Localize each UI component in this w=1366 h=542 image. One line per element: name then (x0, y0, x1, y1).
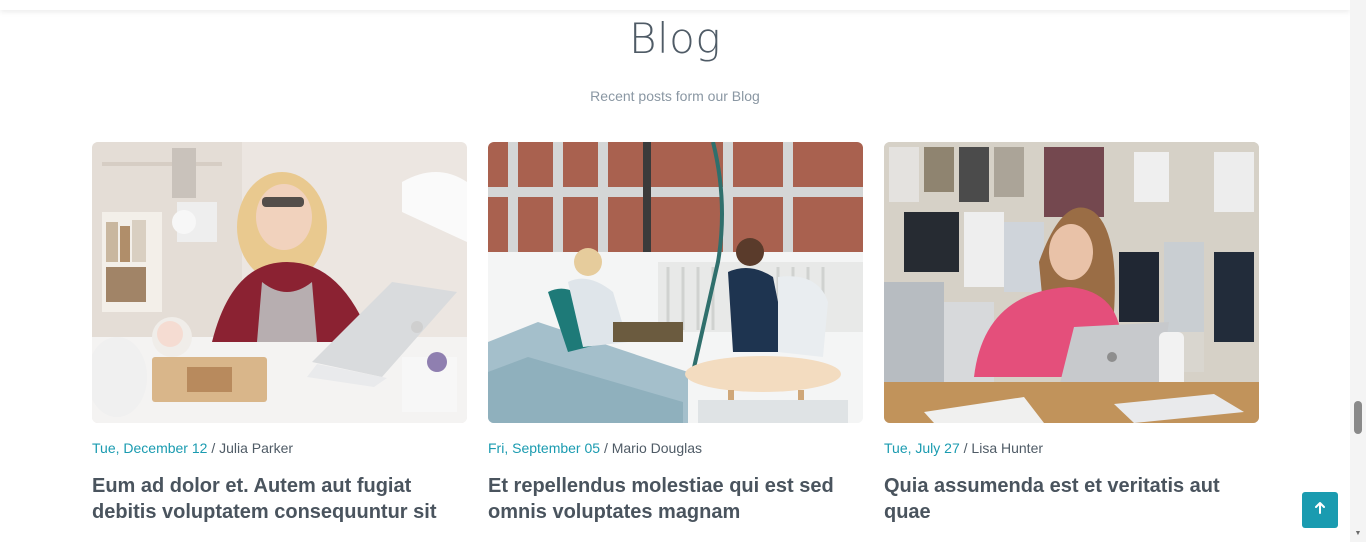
post-image[interactable] (884, 142, 1259, 423)
post-author: Lisa Hunter (971, 440, 1044, 456)
post-title[interactable]: Quia assumenda est et veritatis aut quae (884, 473, 1259, 525)
scrollbar-track[interactable] (1350, 0, 1366, 542)
post-date[interactable]: Tue, December 12 (92, 440, 207, 456)
meta-separator: / (600, 440, 612, 456)
back-to-top-button[interactable] (1302, 492, 1338, 528)
post-title[interactable]: Eum ad dolor et. Autem aut fugiat debiti… (92, 473, 467, 525)
post-meta: Tue, December 12 / Julia Parker (92, 440, 467, 456)
post-image[interactable] (92, 142, 467, 423)
post-meta: Fri, September 05 / Mario Douglas (488, 440, 863, 456)
scrollbar-thumb[interactable] (1354, 401, 1362, 434)
post-date[interactable]: Tue, July 27 (884, 440, 960, 456)
section-subtitle: Recent posts form our Blog (590, 88, 760, 104)
header-bar (0, 0, 1350, 10)
meta-separator: / (959, 440, 972, 456)
post-author: Mario Douglas (611, 440, 702, 456)
blog-card: Tue, July 27 / Lisa Hunter Quia assumend… (884, 142, 1259, 525)
blog-card: Tue, December 12 / Julia Parker Eum ad d… (92, 142, 467, 525)
post-meta: Tue, July 27 / Lisa Hunter (884, 440, 1259, 456)
post-title[interactable]: Et repellendus molestiae qui est sed omn… (488, 473, 863, 525)
arrow-up-icon (1313, 501, 1327, 520)
scroll-down-arrow-icon[interactable]: ▼ (1354, 530, 1362, 538)
meta-separator: / (207, 440, 220, 456)
blog-card: Fri, September 05 / Mario Douglas Et rep… (488, 142, 863, 525)
section-title: Blog (628, 14, 722, 63)
post-author: Julia Parker (219, 440, 294, 456)
post-image[interactable] (488, 142, 863, 423)
post-date[interactable]: Fri, September 05 (488, 440, 600, 456)
